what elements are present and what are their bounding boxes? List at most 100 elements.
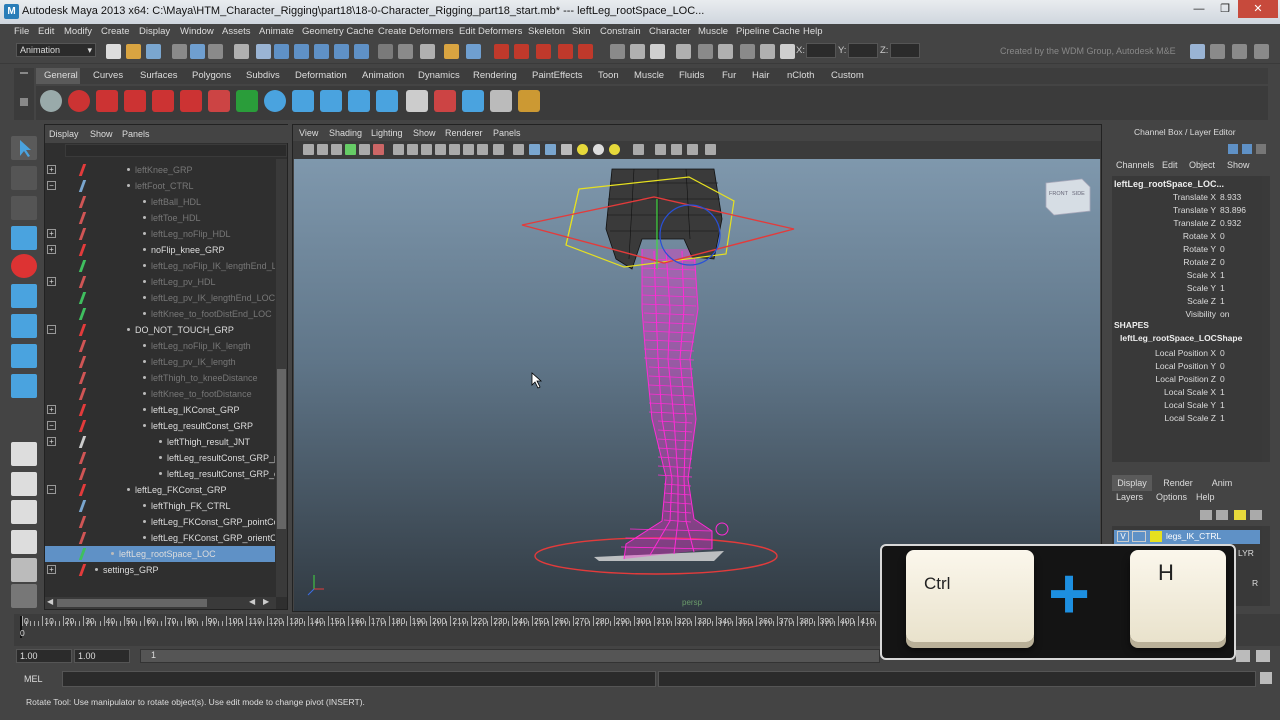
select-object-icon[interactable]: [190, 44, 205, 59]
menu-animate[interactable]: Animate: [259, 26, 294, 37]
preferences-icon[interactable]: [1256, 650, 1270, 662]
cube-script-icon[interactable]: [462, 90, 484, 112]
shape-node-name[interactable]: leftLeg_rootSpace_LOCShape: [1120, 333, 1242, 343]
expand-icon[interactable]: +: [47, 277, 56, 286]
expand-icon[interactable]: +: [47, 229, 56, 238]
shelf-tab-rendering[interactable]: Rendering: [473, 70, 517, 81]
xray-joints-icon[interactable]: [671, 144, 682, 155]
persp-graph-layout-icon[interactable]: [11, 530, 37, 554]
outliner-row[interactable]: + leftLeg_IKConst_GRP: [45, 402, 275, 418]
move-layer-up-icon[interactable]: [1200, 510, 1212, 520]
image-plane-icon[interactable]: [345, 144, 356, 155]
field-chart-icon[interactable]: [449, 144, 460, 155]
outliner-row[interactable]: leftKnee_to_footDistance: [45, 386, 275, 402]
layer-menu-help[interactable]: Help: [1196, 492, 1215, 502]
expand-icon[interactable]: +: [47, 245, 56, 254]
outliner-row[interactable]: leftLeg_noFlip_IK_lengthEnd_LOC: [45, 258, 275, 274]
shelf-tab-animation[interactable]: Animation: [362, 70, 404, 81]
channel-box-toggle-icon[interactable]: [650, 44, 665, 59]
2d-pan-zoom-icon[interactable]: [359, 144, 370, 155]
input-field-mode-icon[interactable]: [698, 44, 713, 59]
shelf-tab-surfaces[interactable]: Surfaces: [140, 70, 178, 81]
layer-row-legs-ik-ctrl[interactable]: V legs_IK_CTRL: [1114, 530, 1260, 544]
four-view-layout-icon[interactable]: [11, 472, 37, 496]
single-perspective-layout-icon[interactable]: [11, 442, 37, 466]
cb-layout-icon-3[interactable]: [1256, 144, 1266, 154]
channel-row[interactable]: Scale X 1: [1112, 270, 1268, 283]
shelf-tab-custom[interactable]: Custom: [831, 70, 864, 81]
scroll-left-icon-2[interactable]: ◀: [249, 597, 255, 606]
xray-icon[interactable]: [655, 144, 666, 155]
absolute-icon[interactable]: [760, 44, 775, 59]
outliner-row[interactable]: leftThigh_FK_CTRL: [45, 498, 275, 514]
layer-tab-render[interactable]: Render: [1158, 475, 1198, 491]
scroll-left-icon[interactable]: ◀: [47, 597, 53, 606]
last-tool-icon[interactable]: [11, 374, 37, 398]
shelf-tab-muscle[interactable]: Muscle: [634, 70, 664, 81]
cb-menu-edit[interactable]: Edit: [1162, 160, 1178, 170]
menu-create[interactable]: Create: [101, 26, 130, 37]
outliner-vscroll-thumb[interactable]: [277, 369, 286, 529]
channel-value[interactable]: 1: [1220, 296, 1225, 306]
new-layer-icon[interactable]: [1234, 510, 1246, 520]
shelf-tab-ncloth[interactable]: nCloth: [787, 70, 814, 81]
manipulator-tool-icon[interactable]: [11, 314, 37, 338]
shelf-menu-icon[interactable]: [20, 72, 28, 74]
select-tool-icon[interactable]: [11, 136, 37, 160]
channel-box-icon[interactable]: [1254, 44, 1269, 59]
cb-layout-icon-1[interactable]: [1228, 144, 1238, 154]
gate-mask-icon[interactable]: [435, 144, 446, 155]
channel-value[interactable]: on: [1220, 309, 1229, 319]
outliner-row[interactable]: leftKnee_to_footDistEnd_LOC: [45, 306, 275, 322]
hud-settings-icon[interactable]: [705, 144, 716, 155]
expand-icon[interactable]: +: [47, 165, 56, 174]
y-coord-field[interactable]: [848, 43, 878, 58]
channel-value[interactable]: 1: [1220, 270, 1225, 280]
channel-value[interactable]: 0: [1220, 244, 1225, 254]
collapse-icon[interactable]: −: [47, 181, 56, 190]
menu-edit[interactable]: Edit: [38, 26, 54, 37]
layer-menu-options[interactable]: Options: [1156, 492, 1187, 502]
vp-menu-shading[interactable]: Shading: [329, 128, 362, 138]
shelf-tab-fluids[interactable]: Fluids: [679, 70, 704, 81]
open-scene-icon[interactable]: [126, 44, 141, 59]
collapse-icon[interactable]: −: [47, 485, 56, 494]
default-light-icon[interactable]: [609, 144, 620, 155]
channel-row[interactable]: Translate Y 83.896: [1112, 205, 1268, 218]
wireframe-icon[interactable]: [513, 144, 524, 155]
snap-point-icon[interactable]: [314, 44, 329, 59]
menu-file[interactable]: File: [14, 26, 29, 37]
sync-camera-icon[interactable]: [493, 144, 504, 155]
layer-2-name-partial[interactable]: LYR: [1238, 548, 1254, 558]
z-coord-field[interactable]: [890, 43, 920, 58]
ipr-render-icon[interactable]: [514, 44, 529, 59]
cb-menu-object[interactable]: Object: [1189, 160, 1215, 170]
collapse-icon[interactable]: −: [47, 325, 56, 334]
command-input[interactable]: [62, 671, 656, 687]
outliner-row[interactable]: leftLeg_FKConst_GRP_pointCon: [45, 514, 275, 530]
history-icon[interactable]: [378, 44, 393, 59]
channel-row[interactable]: Scale Z 1: [1112, 296, 1268, 309]
expand-icon[interactable]: +: [47, 437, 56, 446]
shelf-tab-toon[interactable]: Toon: [598, 70, 619, 81]
layer-type-toggle[interactable]: [1132, 531, 1146, 542]
channel-value[interactable]: 0: [1220, 361, 1225, 371]
shelf-tab-deformation[interactable]: Deformation: [295, 70, 347, 81]
script-icon-2[interactable]: [124, 90, 146, 112]
resolution-gate-icon[interactable]: [421, 144, 432, 155]
menu-window[interactable]: Window: [180, 26, 214, 37]
shelf-tab-curves[interactable]: Curves: [93, 70, 123, 81]
outliner-menu-panels[interactable]: Panels: [122, 129, 150, 139]
channel-row[interactable]: Rotate X 0: [1112, 231, 1268, 244]
x-coord-field[interactable]: [806, 43, 836, 58]
menu-muscle[interactable]: Muscle: [698, 26, 728, 37]
selected-object-name[interactable]: leftLeg_rootSpace_LOC...: [1114, 179, 1224, 189]
layer-visibility-toggle[interactable]: V: [1117, 531, 1129, 542]
shelf-tab-fur[interactable]: Fur: [722, 70, 736, 81]
scale-tool-icon[interactable]: [11, 284, 37, 308]
shelf-tab-hair[interactable]: Hair: [752, 70, 769, 81]
channel-value[interactable]: 0.932: [1220, 218, 1241, 228]
menu-constrain[interactable]: Constrain: [600, 26, 641, 37]
outliner-vertical-scrollbar[interactable]: [276, 159, 287, 597]
joint-chain-icon-1[interactable]: [292, 90, 314, 112]
